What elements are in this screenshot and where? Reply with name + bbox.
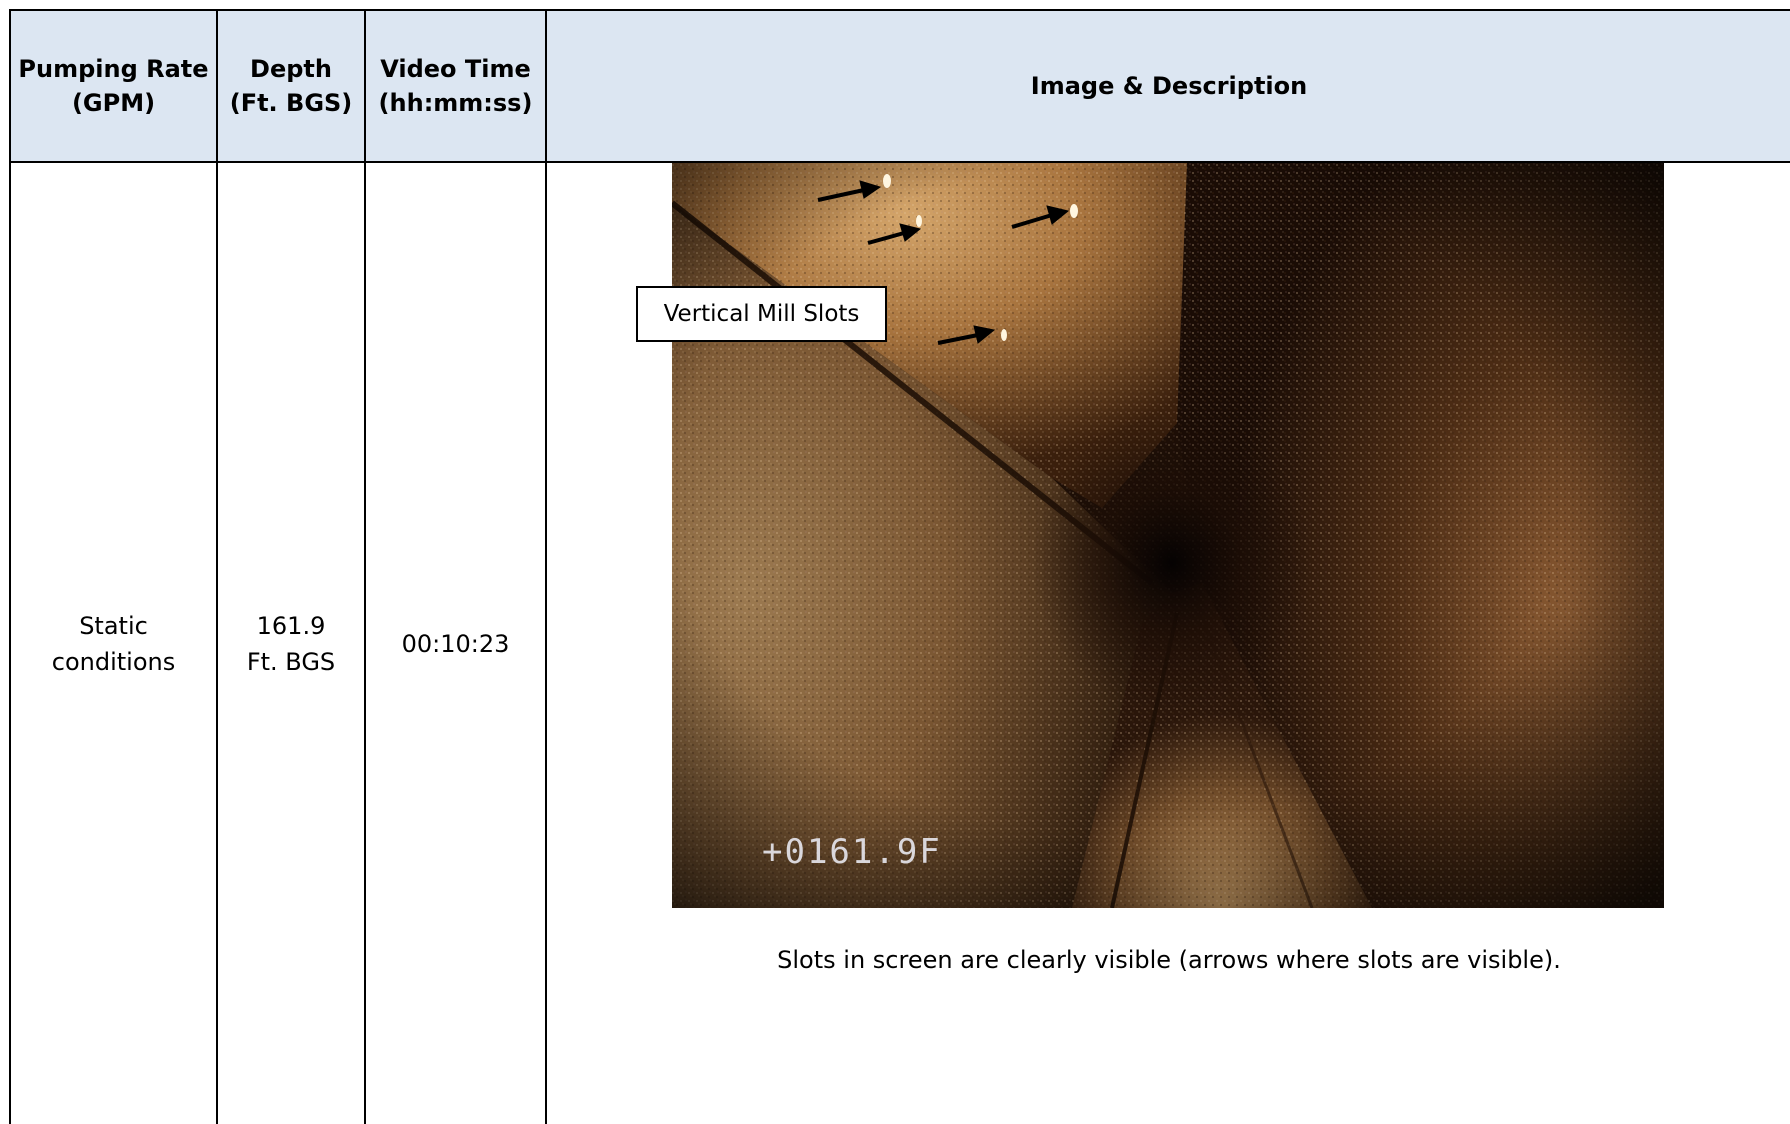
image-caption: Slots in screen are clearly visible (arr… [777, 946, 1561, 974]
slot-highlight [883, 174, 891, 188]
vertical-mill-slots-callout: Vertical Mill Slots [636, 286, 887, 342]
pumping-rate-value: Static conditions [51, 611, 176, 676]
cell-depth: 161.9 Ft. BGS [216, 161, 366, 1124]
cell-image-description: +0161.9F Vertical Mill Slots Slots in sc… [545, 161, 1790, 1124]
header-pumping-rate: Pumping Rate (GPM) [9, 9, 218, 163]
document-page: Pumping Rate (GPM) Depth (Ft. BGS) Video… [0, 0, 1790, 1124]
depth-overlay-text: +0161.9F [762, 832, 942, 872]
table-header-row: Pumping Rate (GPM) Depth (Ft. BGS) Video… [9, 9, 1790, 163]
video-log-table: Pumping Rate (GPM) Depth (Ft. BGS) Video… [9, 9, 1790, 1124]
header-video-time-label: Video Time (hh:mm:ss) [378, 55, 533, 117]
cell-video-time: 00:10:23 [364, 161, 547, 1124]
borehole-photo: +0161.9F [672, 163, 1664, 908]
cell-pumping-rate: Static conditions [9, 161, 218, 1124]
slot-highlight [1001, 329, 1007, 341]
header-video-time: Video Time (hh:mm:ss) [364, 9, 547, 163]
slot-highlight [1070, 204, 1078, 218]
header-image-description-label: Image & Description [1030, 72, 1308, 100]
header-pumping-rate-label: Pumping Rate (GPM) [18, 55, 209, 117]
slot-highlight [916, 215, 922, 227]
depth-value: 161.9 Ft. BGS [246, 611, 336, 676]
header-depth-label: Depth (Ft. BGS) [229, 55, 353, 117]
header-image-description: Image & Description [545, 9, 1790, 163]
inspection-log-frame: Pumping Rate (GPM) Depth (Ft. BGS) Video… [9, 9, 1790, 1124]
borehole-video-frame: +0161.9F [672, 163, 1664, 908]
video-time-value: 00:10:23 [401, 629, 510, 658]
photo-vignette [672, 163, 1664, 908]
header-depth: Depth (Ft. BGS) [216, 9, 366, 163]
table-row: Static conditions 161.9 Ft. BGS 00:10:23 [9, 161, 1790, 1124]
